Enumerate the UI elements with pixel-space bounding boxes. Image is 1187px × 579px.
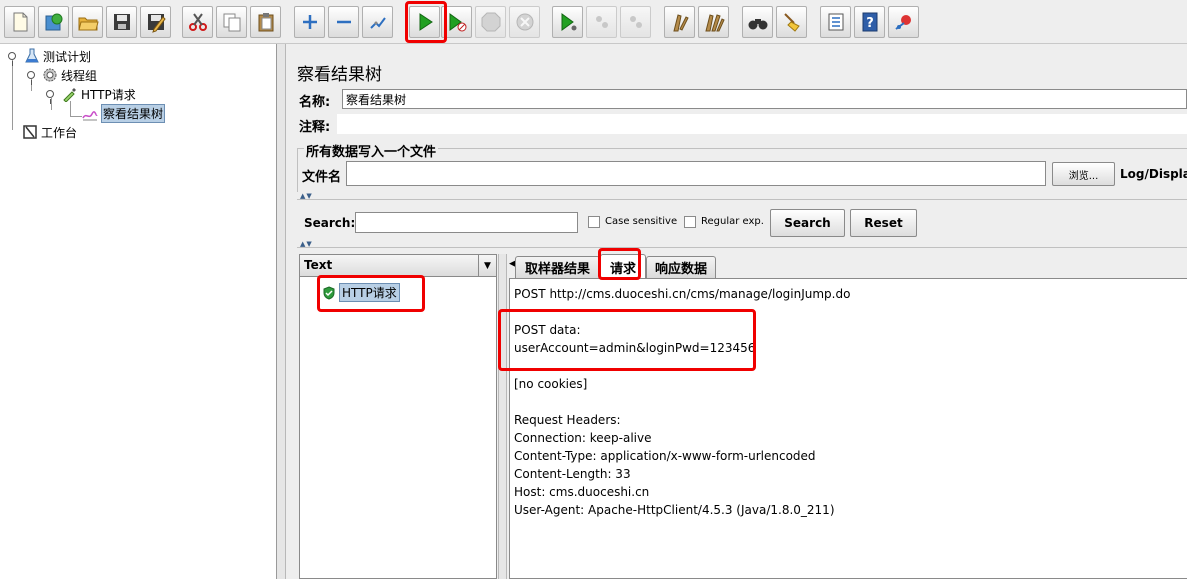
tree-item-label: 测试计划 bbox=[43, 49, 92, 64]
request-line: Content-Type: application/x-www-form-url… bbox=[514, 449, 816, 463]
request-line: userAccount=admin&loginPwd=123456 bbox=[514, 341, 756, 355]
svg-text:?: ? bbox=[866, 16, 874, 31]
name-label: 名称: bbox=[299, 95, 331, 110]
clear-all-icon[interactable] bbox=[698, 6, 729, 38]
request-line: POST http://cms.duoceshi.cn/cms/manage/l… bbox=[514, 287, 851, 301]
renderer-value: Text bbox=[304, 258, 333, 272]
pane-splitter[interactable] bbox=[277, 44, 286, 579]
templates-icon[interactable] bbox=[38, 6, 69, 38]
tree-item-http-request[interactable]: HTTP请求 bbox=[62, 85, 136, 103]
paste-icon[interactable] bbox=[250, 6, 281, 38]
search-label: Search: bbox=[304, 216, 356, 230]
log-display-label: Log/Display bbox=[1120, 167, 1187, 181]
logger-icon[interactable] bbox=[888, 6, 919, 38]
reset-button[interactable]: Reset bbox=[850, 209, 917, 237]
file-group-title: 所有数据写入一个文件 bbox=[304, 141, 439, 160]
tab-request[interactable]: 请求 bbox=[600, 254, 646, 279]
search-button[interactable]: Search bbox=[770, 209, 845, 237]
save-icon[interactable] bbox=[106, 6, 137, 38]
new-file-icon[interactable] bbox=[4, 6, 35, 38]
tab-response-data[interactable]: 响应数据 bbox=[646, 256, 716, 278]
filename-label: 文件名 bbox=[302, 170, 342, 185]
request-line: Host: cms.duoceshi.cn bbox=[514, 485, 650, 499]
search-input[interactable] bbox=[355, 212, 578, 233]
comment-label: 注释: bbox=[299, 120, 331, 135]
tree-expand-handle[interactable] bbox=[8, 52, 16, 66]
case-sensitive-checkbox[interactable] bbox=[588, 216, 600, 228]
test-plan-icon bbox=[24, 48, 40, 64]
expand-icon[interactable] bbox=[294, 6, 325, 38]
result-item-http-request[interactable]: HTTP请求 bbox=[322, 283, 400, 302]
filename-input[interactable] bbox=[346, 161, 1046, 186]
chevron-down-icon[interactable]: ▼ bbox=[478, 255, 496, 276]
results-list: Text ▼ HTTP请求 bbox=[299, 254, 497, 579]
comment-field[interactable] bbox=[337, 114, 1187, 134]
remote-start-icon[interactable] bbox=[552, 6, 583, 38]
toggle-icon[interactable] bbox=[362, 6, 393, 38]
tree-item-label: 线程组 bbox=[61, 68, 98, 83]
remote-stop-icon[interactable] bbox=[586, 6, 617, 38]
tree-expand-handle[interactable] bbox=[27, 71, 35, 85]
tree-item-workbench[interactable]: 工作台 bbox=[22, 123, 77, 141]
tree-item-label: HTTP请求 bbox=[81, 87, 136, 102]
cut-icon[interactable] bbox=[182, 6, 213, 38]
view-results-tree-icon bbox=[82, 105, 98, 121]
clear-icon[interactable] bbox=[664, 6, 695, 38]
divider bbox=[297, 247, 1187, 248]
renderer-select[interactable]: Text ▼ bbox=[300, 255, 496, 277]
request-line: Connection: keep-alive bbox=[514, 431, 652, 445]
name-field[interactable]: 察看结果树 bbox=[342, 89, 1187, 109]
regular-exp-label: Regular exp. bbox=[701, 216, 764, 227]
save-as-icon[interactable] bbox=[140, 6, 171, 38]
tree-expand-handle[interactable] bbox=[46, 90, 54, 104]
http-sampler-pipette-icon bbox=[62, 86, 78, 102]
tree-item-view-results-tree[interactable]: 察看结果树 bbox=[82, 103, 166, 123]
divider bbox=[297, 199, 1187, 200]
shutdown-icon[interactable] bbox=[509, 6, 540, 38]
tree-item-thread-group[interactable]: 线程组 bbox=[42, 66, 97, 84]
request-text-area[interactable]: POST http://cms.duoceshi.cn/cms/manage/l… bbox=[509, 278, 1187, 579]
tree-item-label: 工作台 bbox=[41, 125, 78, 140]
start-no-pause-icon[interactable] bbox=[441, 6, 472, 38]
success-shield-icon bbox=[322, 285, 336, 300]
remote-shutdown-icon[interactable] bbox=[620, 6, 651, 38]
request-line: Content-Length: 33 bbox=[514, 467, 631, 481]
results-splitter[interactable] bbox=[498, 254, 507, 579]
open-folder-icon[interactable] bbox=[72, 6, 103, 38]
result-item-label: HTTP请求 bbox=[339, 283, 400, 302]
request-line: [no cookies] bbox=[514, 377, 588, 391]
thread-group-gear-icon bbox=[42, 67, 58, 83]
function-helper-icon[interactable] bbox=[820, 6, 851, 38]
start-icon[interactable] bbox=[409, 6, 440, 38]
tab-sampler-result[interactable]: 取样器结果 bbox=[515, 256, 600, 278]
help-icon[interactable]: ? bbox=[854, 6, 885, 38]
stop-icon[interactable] bbox=[475, 6, 506, 38]
copy-icon[interactable] bbox=[216, 6, 247, 38]
tree-item-label: 察看结果树 bbox=[101, 103, 166, 123]
view-results-tree-panel: 察看结果树 名称: 察看结果树 注释: 所有数据写入一个文件 文件名 浏览...… bbox=[288, 44, 1187, 579]
reset-search-broom-icon[interactable] bbox=[776, 6, 807, 38]
request-line: POST data: bbox=[514, 323, 581, 337]
search-binoculars-icon[interactable] bbox=[742, 6, 773, 38]
workbench-icon bbox=[22, 124, 38, 140]
browse-button[interactable]: 浏览... bbox=[1052, 162, 1115, 186]
test-plan-tree: 测试计划 线程组 HTTP请求 察看结果树 工作台 bbox=[0, 44, 277, 579]
panel-title: 察看结果树 bbox=[297, 65, 382, 85]
tree-item-test-plan[interactable]: 测试计划 bbox=[24, 47, 91, 65]
request-line: User-Agent: Apache-HttpClient/4.5.3 (Jav… bbox=[514, 503, 835, 517]
regular-exp-checkbox[interactable] bbox=[684, 216, 696, 228]
toolbar: ? bbox=[0, 0, 1187, 44]
collapse-icon[interactable] bbox=[328, 6, 359, 38]
case-sensitive-label: Case sensitive bbox=[605, 216, 678, 227]
request-line: Request Headers: bbox=[514, 413, 621, 427]
